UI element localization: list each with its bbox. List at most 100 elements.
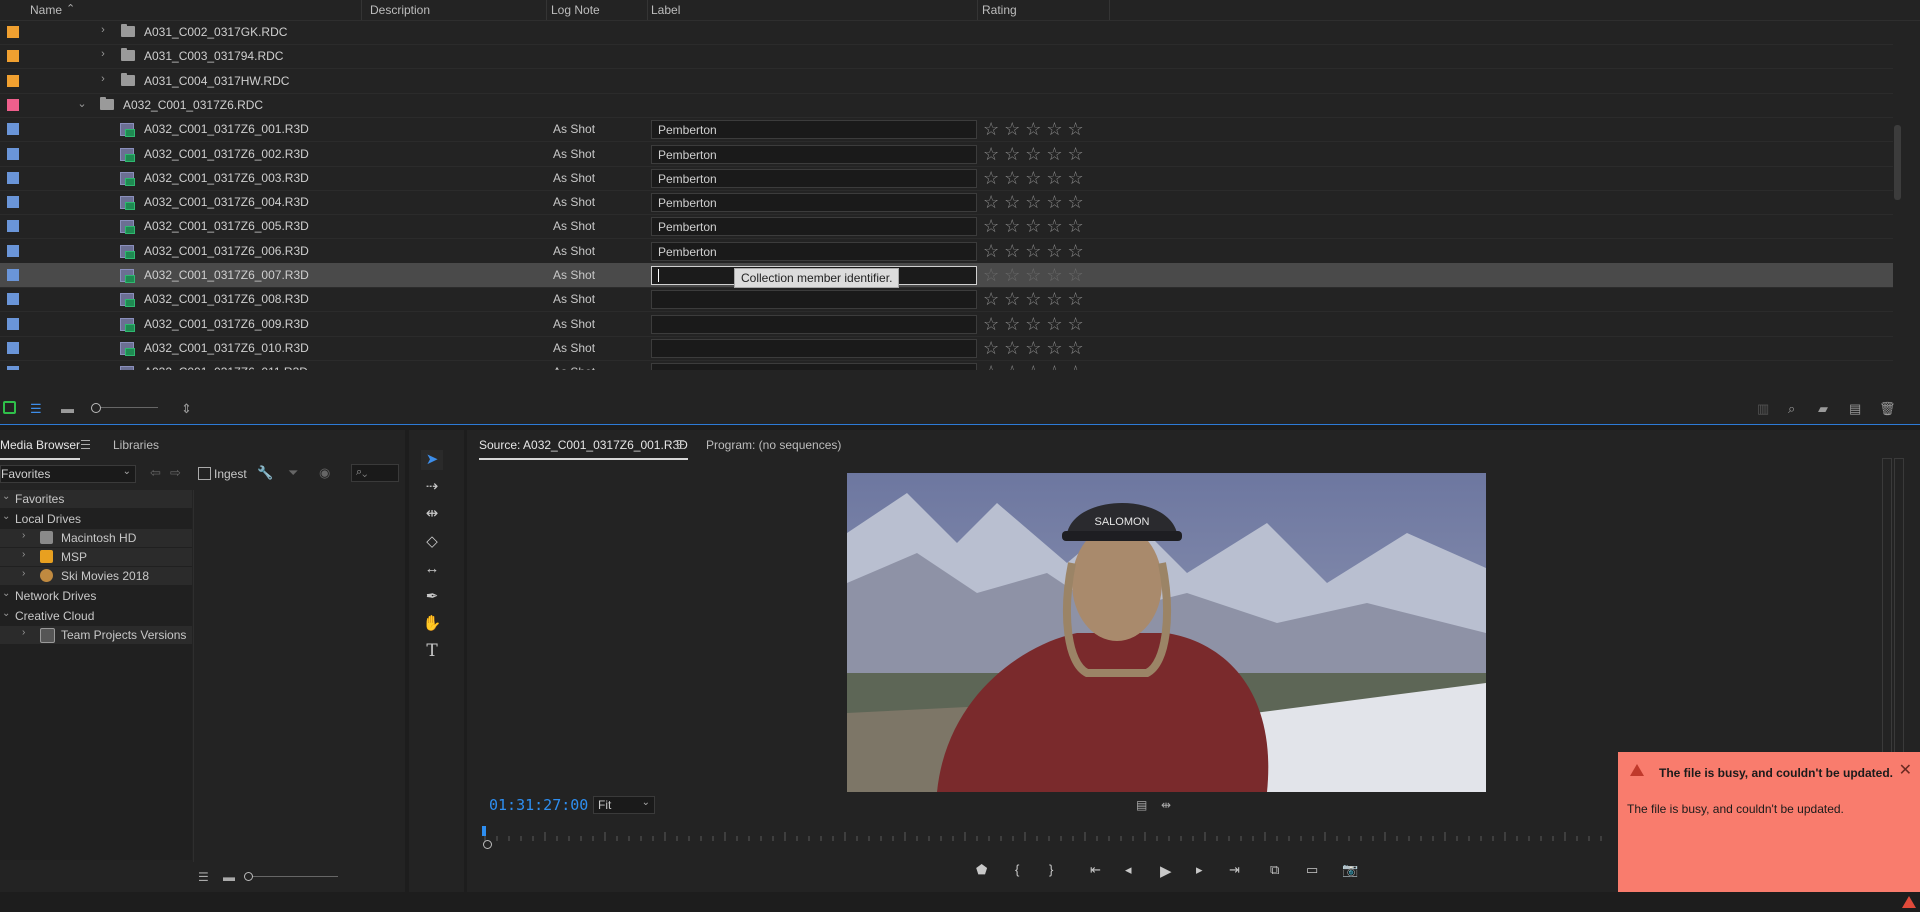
- hand-tool-icon[interactable]: ✋: [421, 614, 443, 634]
- log-note[interactable]: As Shot: [553, 341, 595, 355]
- view-icon[interactable]: ◉: [319, 465, 330, 481]
- lock-icon[interactable]: [3, 401, 16, 414]
- bin-row[interactable]: › A031_C004_0317HW.RDC: [0, 69, 1893, 94]
- pen-tool-icon[interactable]: ✒: [421, 587, 443, 607]
- tree-item-favorites[interactable]: ⌄ Favorites: [0, 490, 192, 508]
- label-color-swatch[interactable]: [7, 196, 19, 209]
- selection-tool-icon[interactable]: ➤: [421, 450, 443, 470]
- clip-row[interactable]: A032_C001_0317Z6_009.R3D As Shot ☆☆☆☆☆: [0, 312, 1893, 337]
- video-frame[interactable]: SALOMON: [847, 473, 1486, 792]
- zoom-slider[interactable]: [96, 407, 158, 408]
- tab-program[interactable]: Program: (no sequences): [706, 438, 841, 452]
- label-color-swatch[interactable]: [7, 147, 19, 160]
- chevron-right-icon[interactable]: ›: [98, 48, 108, 60]
- tree-item-team-projects[interactable]: › Team Projects Versions: [0, 626, 192, 644]
- item-name[interactable]: A031_C003_031794.RDC: [144, 49, 283, 63]
- overwrite-icon[interactable]: ▭: [1306, 862, 1318, 878]
- drag-video-icon[interactable]: ▤: [1136, 798, 1147, 812]
- chevron-right-icon[interactable]: ›: [22, 627, 25, 638]
- chevron-down-icon[interactable]: ⌄: [2, 608, 10, 619]
- item-name[interactable]: A032_C001_0317Z6_011.R3D: [144, 365, 308, 370]
- chevron-right-icon[interactable]: ›: [98, 73, 108, 85]
- rating-stars-icon[interactable]: ☆☆☆☆☆: [983, 314, 1089, 335]
- add-marker-icon[interactable]: ⬟: [976, 862, 987, 878]
- clip-row[interactable]: A032_C001_0317Z6_011.R3D As Shot ☆☆☆☆☆: [0, 360, 1893, 370]
- go-to-in-icon[interactable]: ⇤: [1090, 862, 1101, 878]
- column-label[interactable]: Label: [651, 3, 680, 17]
- log-note[interactable]: As Shot: [553, 317, 595, 331]
- wrench-icon[interactable]: 🔧: [257, 465, 273, 481]
- label-color-swatch[interactable]: [7, 244, 19, 257]
- log-note[interactable]: As Shot: [553, 244, 595, 258]
- zoom-slider-handle[interactable]: [244, 872, 253, 881]
- vertical-scrollbar[interactable]: [1894, 125, 1901, 200]
- automate-to-sequence-icon[interactable]: ▥: [1757, 401, 1769, 417]
- rating-stars-icon[interactable]: ☆☆☆☆☆: [983, 168, 1089, 189]
- rating-stars-icon[interactable]: ☆☆☆☆☆: [983, 362, 1089, 370]
- chevron-right-icon[interactable]: ›: [98, 24, 108, 36]
- step-back-icon[interactable]: ◂: [1125, 862, 1132, 878]
- label-color-swatch[interactable]: [7, 317, 19, 330]
- step-forward-icon[interactable]: ▸: [1196, 862, 1203, 878]
- zoom-slider[interactable]: [250, 876, 338, 877]
- drag-audio-icon[interactable]: ⇹: [1161, 798, 1171, 812]
- bin-row[interactable]: › A031_C002_0317GK.RDC: [0, 20, 1893, 45]
- tree-item-ski-movies[interactable]: › Ski Movies 2018: [0, 567, 192, 585]
- clip-row[interactable]: A032_C001_0317Z6_003.R3D As Shot Pemberton…: [0, 166, 1893, 191]
- item-name[interactable]: A031_C002_0317GK.RDC: [144, 25, 287, 39]
- label-field[interactable]: Pemberton: [651, 168, 977, 188]
- chevron-right-icon[interactable]: ›: [22, 568, 25, 579]
- new-bin-icon[interactable]: ▰: [1818, 401, 1828, 417]
- label-color-swatch[interactable]: [7, 98, 19, 111]
- mark-out-icon[interactable]: }: [1049, 862, 1053, 877]
- log-note[interactable]: As Shot: [553, 365, 595, 370]
- tree-item-creative-cloud[interactable]: ⌄ Creative Cloud: [0, 607, 192, 625]
- item-name[interactable]: A032_C001_0317Z6_002.R3D: [144, 147, 309, 161]
- playhead[interactable]: [482, 826, 486, 836]
- clip-row[interactable]: A032_C001_0317Z6_005.R3D As Shot Pemberton…: [0, 214, 1893, 240]
- log-note[interactable]: As Shot: [553, 171, 595, 185]
- label-field[interactable]: [651, 363, 977, 370]
- export-frame-icon[interactable]: 📷: [1342, 862, 1358, 878]
- chevron-down-icon[interactable]: ⌄: [2, 491, 10, 502]
- bin-row[interactable]: ⌄ A032_C001_0317Z6.RDC: [0, 93, 1893, 118]
- trash-icon[interactable]: 🗑: [1879, 401, 1896, 417]
- search-field[interactable]: ⌕⌄: [351, 464, 399, 482]
- location-select[interactable]: Favorites ⌄: [0, 465, 136, 483]
- panel-menu-icon[interactable]: [81, 440, 90, 449]
- label-color-swatch[interactable]: [7, 269, 19, 281]
- item-name[interactable]: A032_C001_0317Z6_008.R3D: [144, 292, 309, 306]
- track-select-tool-icon[interactable]: ⇢: [421, 477, 443, 497]
- warning-icon[interactable]: [1902, 896, 1916, 908]
- item-name[interactable]: A032_C001_0317Z6_001.R3D: [144, 122, 309, 136]
- bin-row[interactable]: › A031_C003_031794.RDC: [0, 44, 1893, 70]
- rating-stars-icon[interactable]: ☆☆☆☆☆: [983, 192, 1089, 213]
- label-color-swatch[interactable]: [7, 293, 19, 306]
- label-field[interactable]: [651, 314, 977, 334]
- column-divider[interactable]: [546, 0, 547, 20]
- log-note[interactable]: As Shot: [553, 292, 595, 306]
- sort-ascending-icon[interactable]: ⌃: [66, 2, 75, 15]
- tab-libraries[interactable]: Libraries: [113, 438, 159, 452]
- log-note[interactable]: As Shot: [553, 147, 595, 161]
- clip-row[interactable]: A032_C001_0317Z6_004.R3D As Shot Pemberton…: [0, 190, 1893, 216]
- chevron-right-icon[interactable]: ›: [22, 549, 25, 560]
- label-color-swatch[interactable]: [7, 123, 19, 136]
- close-icon[interactable]: ✕: [1899, 760, 1912, 780]
- tree-item-msp[interactable]: › MSP: [0, 548, 192, 566]
- icon-view-icon[interactable]: ▬: [61, 401, 74, 416]
- list-view-icon[interactable]: ☰: [198, 870, 209, 884]
- label-field[interactable]: Pemberton: [651, 193, 977, 213]
- rating-stars-icon[interactable]: ☆☆☆☆☆: [983, 241, 1089, 262]
- clip-row[interactable]: A032_C001_0317Z6_010.R3D As Shot ☆☆☆☆☆: [0, 336, 1893, 361]
- label-field[interactable]: [651, 290, 977, 310]
- zoom-select[interactable]: Fit ⌄: [593, 796, 655, 814]
- label-color-swatch[interactable]: [7, 220, 19, 233]
- label-color-swatch[interactable]: [7, 341, 19, 354]
- item-name[interactable]: A032_C001_0317Z6_005.R3D: [144, 219, 309, 233]
- insert-icon[interactable]: ⧉: [1270, 862, 1279, 878]
- column-description[interactable]: Description: [370, 3, 430, 17]
- log-note[interactable]: As Shot: [553, 219, 595, 233]
- rating-stars-icon[interactable]: ☆☆☆☆☆: [983, 216, 1089, 237]
- label-color-swatch[interactable]: [7, 366, 19, 370]
